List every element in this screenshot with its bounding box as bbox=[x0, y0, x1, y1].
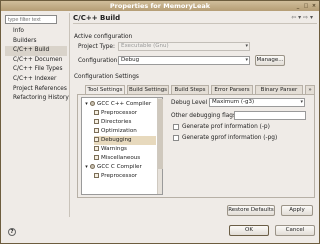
expand-toggle-icon[interactable]: ▾ bbox=[84, 163, 89, 172]
generate-prof-label: Generate prof information (-p) bbox=[182, 124, 270, 130]
configuration-value: Debug bbox=[121, 57, 140, 63]
generate-gprof-label: Generate gprof information (-pg) bbox=[182, 135, 278, 141]
chevron-down-icon: ▾ bbox=[300, 99, 303, 105]
settings-page-icon bbox=[94, 146, 99, 151]
sidebar-item-refactoring-history[interactable]: Refactoring History bbox=[5, 94, 69, 104]
generate-gprof-checkbox[interactable] bbox=[173, 135, 179, 141]
active-config-group-label: Active configuration bbox=[74, 34, 133, 40]
tree-node[interactable]: Miscellaneous bbox=[94, 154, 140, 163]
sidebar-item-info[interactable]: Info bbox=[5, 27, 67, 37]
tab-error-parsers[interactable]: Error Parsers bbox=[211, 85, 253, 94]
settings-page-icon bbox=[94, 119, 99, 124]
tab-overflow-chevron-icon[interactable]: » bbox=[305, 85, 315, 94]
debug-level-combo[interactable]: Maximum (-g3) ▾ bbox=[209, 98, 305, 107]
heading-separator bbox=[73, 23, 317, 24]
scrollbar-thumb[interactable] bbox=[158, 99, 163, 169]
settings-page-icon bbox=[94, 110, 99, 115]
settings-page-icon bbox=[94, 173, 99, 178]
close-icon[interactable]: × bbox=[311, 3, 317, 9]
settings-tabs: Tool Settings Build Settings Build Steps… bbox=[77, 85, 317, 95]
tree-node[interactable]: Directories bbox=[94, 118, 131, 127]
debug-level-value: Maximum (-g3) bbox=[212, 99, 255, 105]
configuration-label: Configuration: bbox=[78, 58, 120, 64]
restore-defaults-button[interactable]: Restore Defaults bbox=[227, 205, 275, 216]
title-bar: Properties for MemoryLeak _ □ × bbox=[1, 1, 319, 11]
tree-node[interactable]: Preprocessor bbox=[94, 172, 137, 181]
tab-build-settings[interactable]: Build Settings bbox=[127, 85, 169, 94]
tree-node[interactable]: Preprocessor bbox=[94, 109, 137, 118]
generate-prof-checkbox[interactable] bbox=[173, 124, 179, 130]
chevron-down-icon: ▾ bbox=[245, 57, 248, 63]
history-nav-icons[interactable]: ⇦ ▾ ⇨ ▾ bbox=[291, 14, 313, 21]
expand-toggle-icon[interactable]: ▾ bbox=[84, 100, 89, 109]
tab-build-steps[interactable]: Build Steps bbox=[171, 85, 209, 94]
other-debug-flags-label: Other debugging flags bbox=[171, 113, 236, 119]
sidebar-nav: Info Builders C/C++ Build C/C++ Documen … bbox=[5, 27, 69, 104]
maximize-icon[interactable]: □ bbox=[303, 3, 309, 9]
configuration-combo[interactable]: Debug ▾ bbox=[118, 56, 250, 65]
sidebar-item-cpp-build[interactable]: C/C++ Build bbox=[5, 46, 67, 56]
settings-page-icon bbox=[94, 155, 99, 160]
tree-node-selected[interactable]: Debugging bbox=[94, 136, 156, 145]
config-settings-label: Configuration Settings bbox=[74, 74, 139, 80]
sidebar-item-builders[interactable]: Builders bbox=[5, 37, 67, 47]
settings-page-icon bbox=[94, 128, 99, 133]
gear-icon bbox=[90, 164, 95, 169]
apply-button[interactable]: Apply bbox=[281, 205, 313, 216]
settings-page-icon bbox=[94, 137, 99, 142]
tree-node[interactable]: ▾ GCC C Compiler bbox=[84, 163, 142, 172]
window-title: Properties for MemoryLeak bbox=[109, 2, 211, 10]
project-type-value: Executable (Gnu) bbox=[121, 43, 169, 49]
tree-node[interactable]: Optimization bbox=[94, 127, 137, 136]
gear-icon bbox=[90, 101, 95, 106]
project-type-label: Project Type: bbox=[78, 44, 115, 50]
tab-binary-parser[interactable]: Binary Parser bbox=[255, 85, 303, 94]
chevron-down-icon: ▾ bbox=[245, 43, 248, 49]
tree-scrollbar[interactable] bbox=[157, 98, 163, 194]
sidebar-item-cpp-file-types[interactable]: C/C++ File Types bbox=[5, 65, 67, 75]
sidebar-item-project-references[interactable]: Project References bbox=[5, 85, 67, 95]
sidebar-item-cpp-documentation[interactable]: C/C++ Documen bbox=[5, 56, 67, 66]
project-type-combo: Executable (Gnu) ▾ bbox=[118, 42, 250, 51]
debug-level-label: Debug Level bbox=[171, 100, 208, 106]
properties-dialog: Properties for MemoryLeak _ □ × Info Bui… bbox=[0, 0, 320, 244]
ok-button[interactable]: OK bbox=[229, 225, 269, 236]
page-title: C/C++ Build bbox=[73, 14, 121, 22]
help-icon[interactable]: ? bbox=[8, 228, 16, 236]
filter-input[interactable] bbox=[5, 15, 57, 24]
manage-button[interactable]: Manage... bbox=[255, 55, 285, 66]
tree-node[interactable]: ▾ GCC C++ Compiler bbox=[84, 100, 151, 109]
minimize-icon[interactable]: _ bbox=[295, 3, 301, 9]
tool-tree[interactable]: ▾ GCC C++ Compiler Preprocessor Directori… bbox=[81, 97, 163, 195]
cancel-button[interactable]: Cancel bbox=[275, 225, 315, 236]
tree-node[interactable]: Warnings bbox=[94, 145, 127, 154]
sash-divider[interactable] bbox=[69, 13, 70, 217]
other-debug-flags-input[interactable] bbox=[234, 111, 306, 120]
sidebar-item-cpp-indexer[interactable]: C/C++ Indexer bbox=[5, 75, 67, 85]
